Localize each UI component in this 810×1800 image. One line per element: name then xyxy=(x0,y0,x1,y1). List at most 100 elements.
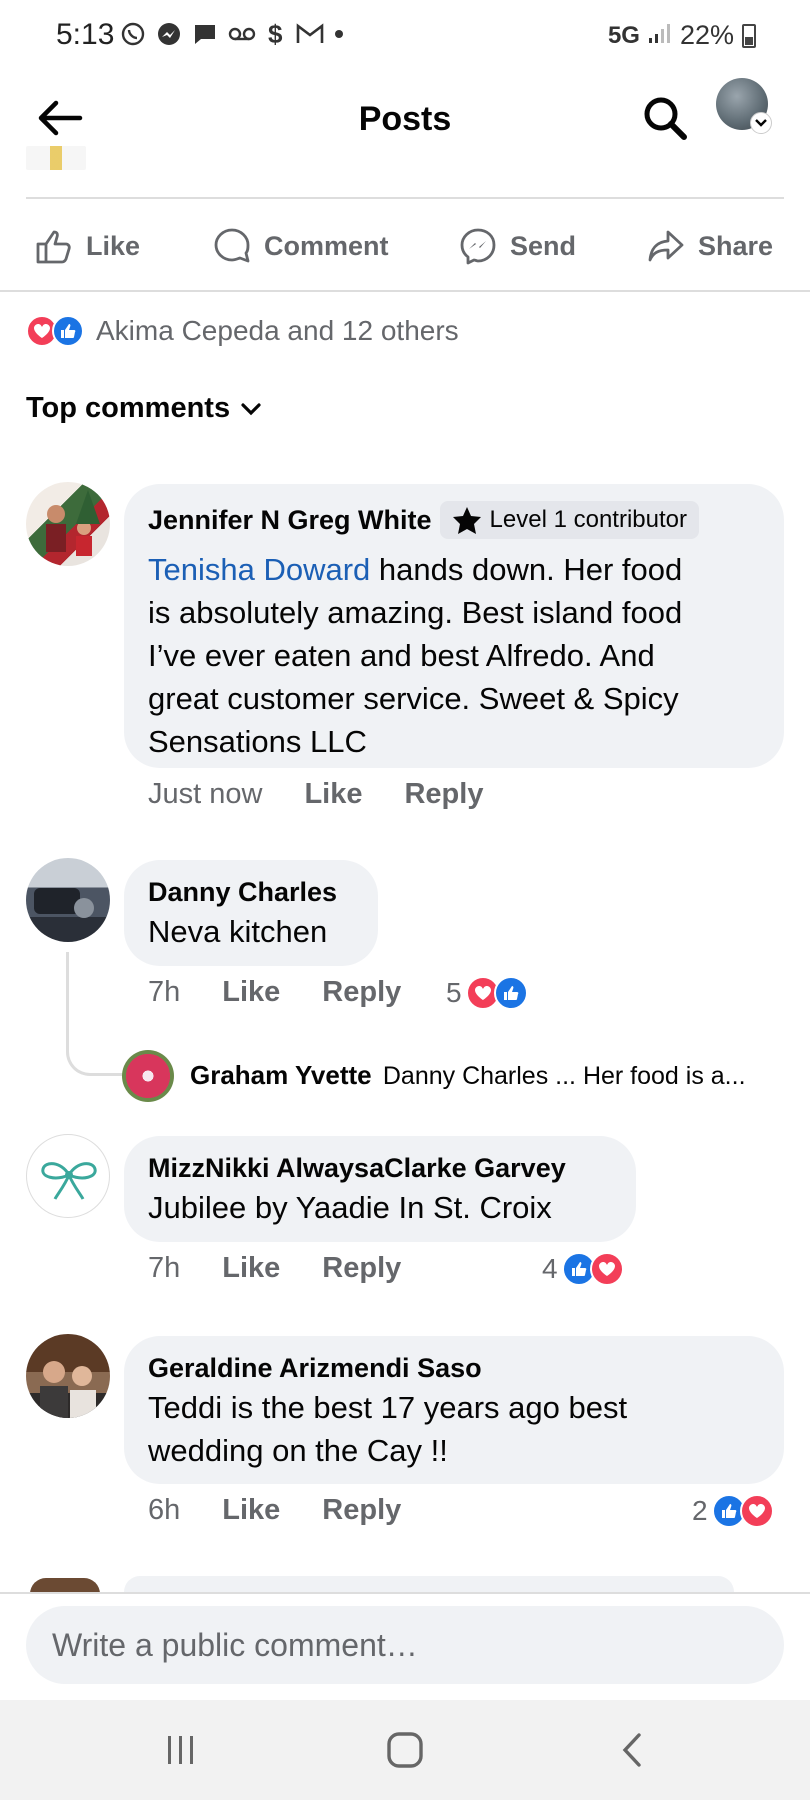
signal-icon xyxy=(648,20,672,51)
search-button[interactable] xyxy=(635,88,695,148)
battery-icon xyxy=(742,23,756,48)
comment-label: Comment xyxy=(264,230,389,261)
recent-apps-icon xyxy=(168,1736,193,1764)
comment-bubble: Geraldine Arizmendi Saso Teddi is the be… xyxy=(124,1336,784,1484)
message-icon xyxy=(192,21,218,47)
status-right: 5G 22% xyxy=(608,20,756,51)
comment-like-button[interactable]: Like xyxy=(304,778,362,811)
reply-preview-text: Danny Charles ... Her food is a... xyxy=(382,1062,746,1090)
comment-bubble xyxy=(124,1576,734,1592)
like-reaction-icon xyxy=(493,976,528,1010)
mentioned-user-link[interactable]: Tenisha Doward xyxy=(148,552,370,587)
profile-avatar-button[interactable] xyxy=(716,78,772,134)
messenger-send-icon xyxy=(460,228,496,265)
comment-bubble: Jennifer N Greg White Level 1 contributo… xyxy=(124,484,784,768)
whatsapp-icon xyxy=(120,21,146,47)
gmail-icon xyxy=(296,23,324,45)
search-icon xyxy=(644,97,687,140)
commenter-avatar[interactable] xyxy=(26,858,110,942)
comment-text: wedding on the Cay !! xyxy=(148,1433,448,1468)
comment-reactions[interactable]: 5 xyxy=(446,976,528,1010)
comment-button[interactable]: Comment xyxy=(212,210,389,282)
like-label: Like xyxy=(86,230,141,261)
comment-text: Neva kitchen xyxy=(148,914,328,949)
commenter-avatar[interactable] xyxy=(26,1334,110,1418)
comment-meta: 7h Like Reply xyxy=(148,1252,401,1285)
top-comments-filter[interactable]: Top comments xyxy=(26,392,262,425)
comment-reply-button[interactable]: Reply xyxy=(322,1494,401,1527)
comment-reply-button[interactable]: Reply xyxy=(322,1252,401,1285)
messenger-icon xyxy=(156,21,182,47)
share-button[interactable]: Share xyxy=(646,210,773,282)
recent-apps-button[interactable] xyxy=(146,1722,216,1778)
comment-like-button[interactable]: Like xyxy=(222,1494,280,1527)
chevron-down-icon xyxy=(241,402,261,415)
notification-icons: $ xyxy=(120,20,344,48)
comment-bubble: MizzNikki AlwaysaClarke Garvey Jubilee b… xyxy=(124,1136,636,1242)
comment-text: Teddi is the best 17 years ago best xyxy=(148,1390,628,1425)
back-button[interactable] xyxy=(30,88,90,148)
contributor-badge-label: Level 1 contributor xyxy=(489,506,687,533)
commenter-name[interactable]: Jennifer N Greg White xyxy=(148,505,432,536)
divider xyxy=(0,290,810,292)
system-nav-bar xyxy=(0,1700,810,1800)
commenter-avatar[interactable] xyxy=(26,482,110,566)
commenter-name[interactable]: MizzNikki AlwaysaClarke Garvey xyxy=(148,1150,612,1186)
top-comments-label: Top comments xyxy=(26,392,231,424)
comment-timestamp: 6h xyxy=(148,1494,181,1526)
status-bar: 5:13 $ 5G 22% xyxy=(0,0,810,72)
comment-like-button[interactable]: Like xyxy=(222,1252,280,1285)
comment-reply-button[interactable]: Reply xyxy=(404,778,483,811)
comment-reply-button[interactable]: Reply xyxy=(322,976,401,1009)
reply-author-avatar[interactable] xyxy=(122,1050,174,1102)
love-reaction-icon xyxy=(589,1252,624,1286)
comment-text: great customer service. Sweet & Spicy xyxy=(148,681,679,716)
star-icon xyxy=(452,507,481,534)
commenter-name[interactable]: Danny Charles xyxy=(148,874,354,910)
home-button[interactable] xyxy=(370,1722,440,1778)
commenter-name[interactable]: Geraldine Arizmendi Saso xyxy=(148,1350,760,1386)
status-time: 5:13 xyxy=(56,18,115,51)
reaction-count: 5 xyxy=(446,977,462,1008)
contributor-badge[interactable]: Level 1 contributor xyxy=(439,501,699,539)
comment-meta: Just now Like Reply xyxy=(148,778,483,811)
like-button[interactable]: Like xyxy=(34,210,140,282)
nav-back-button[interactable] xyxy=(598,1722,668,1778)
home-icon xyxy=(387,1732,423,1768)
post-image-fragment xyxy=(26,146,86,170)
divider xyxy=(0,1592,810,1594)
comment-timestamp: 7h xyxy=(148,976,181,1008)
send-label: Send xyxy=(510,230,577,261)
dollar-icon: $ xyxy=(266,20,286,48)
reaction-count: 4 xyxy=(542,1253,558,1284)
voicemail-icon xyxy=(228,24,256,44)
send-button[interactable]: Send xyxy=(458,210,576,282)
comment-text: Sensations LLC xyxy=(148,724,367,759)
like-reaction-icon xyxy=(52,315,84,347)
comment-icon xyxy=(214,228,250,263)
comment-text: Jubilee by Yaadie In St. Croix xyxy=(148,1190,552,1225)
svg-text:$: $ xyxy=(268,20,283,48)
reply-thread-line xyxy=(66,952,122,1076)
comment-meta: 6h Like Reply xyxy=(148,1494,401,1527)
reactions-summary[interactable]: Akima Cepeda and 12 others xyxy=(26,310,459,352)
back-arrow-icon xyxy=(38,100,83,136)
share-icon xyxy=(648,230,684,262)
public-comment-input[interactable] xyxy=(26,1606,784,1684)
comment-reactions[interactable]: 4 xyxy=(542,1252,624,1286)
post-actions: Like Comment Send Share xyxy=(0,210,810,282)
reply-preview[interactable]: Graham Yvette Danny Charles ... Her food… xyxy=(190,1060,746,1091)
app-header: Posts xyxy=(0,72,810,168)
divider xyxy=(26,197,784,199)
love-reaction-icon xyxy=(739,1494,774,1528)
thumbs-up-icon xyxy=(36,230,71,264)
comment-text: I’ve ever eaten and best Alfredo. And xyxy=(148,638,655,673)
comment-like-button[interactable]: Like xyxy=(222,976,280,1009)
comment-timestamp: Just now xyxy=(148,778,263,810)
reaction-count: 2 xyxy=(692,1495,708,1526)
comment-bubble: Danny Charles Neva kitchen xyxy=(124,860,378,966)
comment-text: is absolutely amazing. Best island food xyxy=(148,595,683,630)
comment-timestamp: 7h xyxy=(148,1252,181,1284)
commenter-avatar[interactable] xyxy=(26,1134,110,1218)
comment-reactions[interactable]: 2 xyxy=(692,1494,774,1528)
